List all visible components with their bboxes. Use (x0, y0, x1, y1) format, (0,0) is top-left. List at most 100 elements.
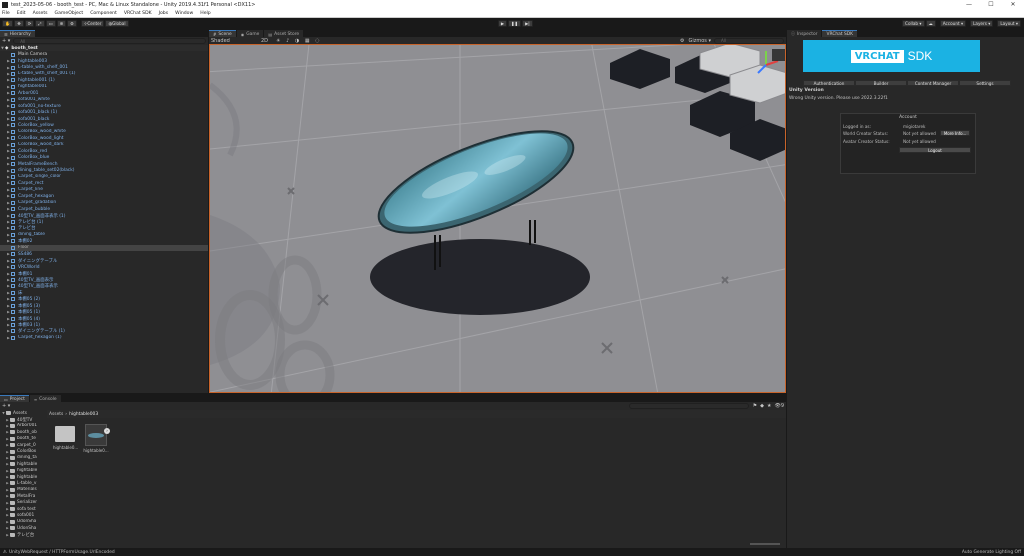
project-add-button[interactable]: + ▾ (2, 403, 10, 409)
gameobject-icon (11, 297, 15, 302)
tree-folder-label: sofa test (17, 506, 36, 512)
more-info-button[interactable]: More Info... (939, 130, 971, 136)
file-item[interactable]: › hightable0... (83, 424, 110, 453)
hierarchy-item-label: MetalFrameBench (18, 161, 58, 167)
tree-folder-label: booth_ob (17, 429, 37, 435)
scale-tool-icon[interactable]: ⤢ (35, 20, 45, 27)
star-icon[interactable]: ★ (767, 403, 771, 409)
logout-button[interactable]: Logout (899, 147, 971, 153)
minimize-button[interactable]: — (958, 0, 980, 10)
hierarchy-item-label: 本棚05 (2) (18, 297, 40, 303)
filter-icon[interactable]: ⚑ (753, 403, 757, 409)
tree-folder-row[interactable]: ▶ テレビ台 (0, 531, 46, 538)
pivot-global-button[interactable]: ◍ Global (105, 20, 129, 27)
menu-jobs[interactable]: Jobs (159, 11, 168, 16)
shading-mode-dropdown[interactable]: Shaded (211, 38, 251, 44)
menu-vrchat-sdk[interactable]: VRChat SDK (124, 11, 152, 16)
menu-assets[interactable]: Assets (33, 11, 48, 16)
label-icon[interactable]: ◆ (760, 403, 764, 409)
tab-vrchat-sdk[interactable]: VRChat SDK (822, 30, 858, 37)
tab-inspector[interactable]: ⓘ Inspector (787, 30, 822, 37)
menu-help[interactable]: Help (200, 11, 210, 16)
table-shadow (370, 239, 590, 315)
rect-tool-icon[interactable]: ▭ (45, 20, 56, 27)
tree-folder-label: ColorBox (17, 449, 37, 455)
gameobject-icon (11, 71, 15, 76)
play-button[interactable]: ▶ (497, 20, 508, 27)
gameobject-icon (11, 303, 15, 308)
pause-button[interactable]: ❚❚ (508, 20, 522, 27)
sdk-tab-builder[interactable]: Builder (855, 80, 907, 86)
layers-button[interactable]: Layers ▾ (970, 20, 994, 27)
file-name: hightable0... (53, 445, 79, 450)
hierarchy-item-label: 本棚02 (18, 239, 33, 245)
hierarchy-item[interactable]: ▶ Carpet_hexagon (1) (0, 335, 208, 341)
status-message[interactable]: UnityWebRequest / HTTPFormUsage.UrlEncod… (9, 550, 962, 555)
scene-viewport[interactable] (209, 44, 786, 393)
gameobject-icon (11, 181, 15, 186)
account-button[interactable]: Account ▾ (939, 20, 967, 27)
file-item[interactable]: hightable0... (53, 426, 79, 450)
sdk-tab-settings[interactable]: Settings (959, 80, 1011, 86)
hierarchy-list: ▼ ◆ booth_test Main Camera ▶ hightable003 ▶… (0, 45, 208, 393)
pivot-center-button[interactable]: ⊹ Center (80, 20, 105, 27)
hierarchy-search-input[interactable]: All (13, 38, 206, 44)
tab-project[interactable]: ▭ Project (0, 395, 29, 402)
tab-asset-store[interactable]: ▤ Asset Store (264, 30, 304, 37)
menu-window[interactable]: Window (175, 11, 193, 16)
gameobject-icon (11, 123, 15, 128)
inspector-panel: ⓘ Inspector VRChat SDK VRCHAT SDK Authent… (787, 29, 1024, 548)
hierarchy-item-label: Carpet_rect (18, 180, 44, 186)
cloud-icon[interactable]: ☁ (925, 20, 936, 27)
maximize-button[interactable]: ☐ (980, 0, 1002, 10)
breadcrumb-assets[interactable]: Assets (49, 412, 63, 417)
tree-folder-label: テレビ台 (17, 532, 35, 538)
tree-folder-label: hightable (17, 468, 38, 474)
tab-console[interactable]: ≡ Console (29, 395, 61, 402)
tree-folder-label: UdonSha (17, 519, 37, 525)
pivot-global-label: Global (112, 21, 126, 26)
gameobject-icon (11, 271, 15, 276)
rotate-tool-icon[interactable]: ⟳ (24, 20, 35, 27)
gizmos-dropdown[interactable]: Gizmos ▾ (688, 38, 711, 44)
account-box: Account Logged in as: migiotarek World C… (840, 113, 976, 174)
menu-file[interactable]: File (2, 11, 10, 16)
tab-hierarchy[interactable]: ☰ Hierarchy (0, 30, 35, 37)
status-bar: ⚠ UnityWebRequest / HTTPFormUsage.UrlEnc… (0, 548, 1024, 556)
tab-game[interactable]: ◉ Game (236, 30, 264, 37)
sdk-tab-authentication[interactable]: Authentication (803, 80, 855, 86)
camera-settings-icon[interactable]: ⚙ (680, 38, 684, 44)
menu-edit[interactable]: Edit (17, 11, 26, 16)
gameobject-icon (11, 245, 15, 250)
expand-prefab-icon[interactable]: › (104, 428, 110, 434)
hidden-packages-count: 9 (780, 403, 784, 409)
close-button[interactable]: ✕ (1002, 0, 1024, 10)
avatar-creator-label: Avatar Creator Status: (843, 138, 890, 144)
transform-tool-icon[interactable]: ⊕ (56, 20, 67, 27)
gameobject-icon (11, 52, 15, 57)
avatar-creator-value: Not yet allowed (903, 138, 936, 144)
tree-folder-label: dining_ta (17, 455, 37, 461)
custom-tool-icon[interactable]: ⚙ (67, 20, 77, 27)
breadcrumb-current[interactable]: hightable003 (69, 412, 98, 417)
layout-button[interactable]: Layout ▾ (997, 20, 1022, 27)
tab-scene[interactable]: # Scene (209, 30, 236, 37)
hand-tool-icon[interactable]: ✋ (2, 20, 14, 27)
gameobject-icon (11, 155, 15, 160)
icon-size-slider[interactable] (750, 543, 780, 545)
step-button[interactable]: ▶| (522, 20, 533, 27)
folder-icon (10, 423, 15, 428)
hierarchy-add-button[interactable]: + ▾ (2, 38, 10, 44)
menu-component[interactable]: Component (90, 11, 117, 16)
prefab-thumbnail: › (85, 424, 110, 446)
move-tool-icon[interactable]: ✥ (14, 20, 24, 27)
scene-search-input[interactable]: All (714, 37, 784, 44)
collab-button[interactable]: Collab ▾ (902, 20, 925, 27)
2d-toggle[interactable]: 2D (261, 38, 268, 44)
menu-gameobject[interactable]: GameObject (55, 11, 84, 16)
sdk-tab-content-manager[interactable]: Content Manager (907, 80, 959, 86)
vrchat-sdk-label: SDK (907, 49, 933, 63)
project-search-input[interactable] (628, 403, 749, 409)
hierarchy-item-label: 本棚05 (1) (18, 310, 40, 316)
scene-toggles-icons[interactable]: ☀ ♪ ◑ ▦ ◌ (276, 38, 321, 44)
